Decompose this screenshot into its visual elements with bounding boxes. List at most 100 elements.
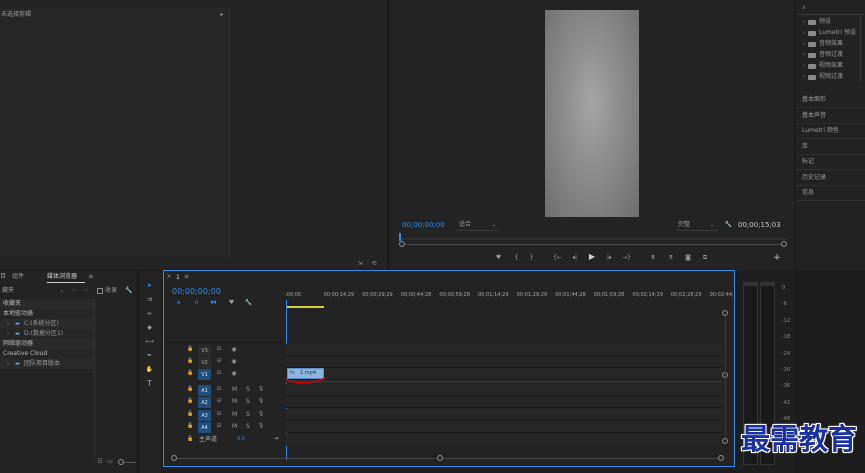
razor-tool-icon[interactable]: ◆: [145, 323, 154, 332]
go-to-in-icon[interactable]: {←: [553, 253, 562, 262]
mute-button[interactable]: M: [232, 412, 237, 418]
track-target-toggle[interactable]: A4: [198, 422, 211, 433]
panel-section-1[interactable]: 基本声音: [802, 112, 826, 119]
sequence-tab[interactable]: 1: [176, 275, 180, 281]
voice-over-mic-icon[interactable]: 🎙: [258, 386, 264, 393]
program-playhead[interactable]: [399, 233, 401, 241]
favorites-dropdown-icon[interactable]: ⌄: [58, 287, 66, 295]
mute-button[interactable]: M: [232, 424, 237, 430]
list-view-icon[interactable]: ☷: [96, 458, 104, 466]
quality-dropdown-icon[interactable]: ⌄: [708, 221, 716, 229]
tab-projects[interactable]: 目: [0, 274, 6, 280]
work-area-bar[interactable]: [287, 306, 324, 308]
mark-in-icon[interactable]: {: [512, 253, 521, 262]
track-row[interactable]: [286, 421, 722, 433]
mark-out-icon[interactable]: }: [527, 253, 536, 262]
ingest-checkbox[interactable]: [97, 288, 103, 294]
track-sync-icon[interactable]: ⊟: [215, 386, 223, 393]
settings-wrench-icon[interactable]: 🔧: [724, 220, 733, 229]
lift-icon[interactable]: ⩩: [648, 253, 658, 262]
camera-icon[interactable]: ◙: [683, 253, 693, 262]
tree-expand-chevron-icon[interactable]: ›: [801, 18, 807, 26]
close-tab-icon[interactable]: ×: [166, 273, 172, 281]
quality-select[interactable]: 完整: [678, 222, 690, 228]
master-lock-icon[interactable]: 🔓: [187, 436, 194, 443]
program-zoom-bar[interactable]: [402, 244, 784, 245]
ripple-edit-tool-icon[interactable]: ⟛: [145, 309, 154, 318]
panel-section-3[interactable]: 库: [802, 143, 808, 150]
linked-selection-icon[interactable]: ⧓: [209, 298, 218, 307]
sequence-menu-icon[interactable]: ≡: [183, 273, 190, 281]
selection-tool-icon[interactable]: ➤: [145, 281, 154, 290]
voice-over-mic-icon[interactable]: 🎙: [258, 398, 264, 405]
track-select-tool-icon[interactable]: ⇉: [145, 295, 154, 304]
track-target-toggle[interactable]: V3: [198, 345, 211, 356]
step-forward-icon[interactable]: |▸: [605, 253, 614, 262]
track-sync-icon[interactable]: ⊟: [215, 358, 223, 365]
comparison-view-icon[interactable]: ⧉: [700, 253, 710, 262]
effects-tree-item[interactable]: 音频过渡: [819, 52, 843, 58]
media-tree-row[interactable]: 本地驱动器: [0, 309, 94, 319]
track-lock-icon[interactable]: 🔓: [187, 346, 194, 353]
nest-toggle-icon[interactable]: ⚹: [174, 298, 183, 307]
vertical-scroll-track[interactable]: [725, 316, 726, 438]
track-lock-icon[interactable]: 🔓: [187, 386, 194, 393]
back-arrow-icon[interactable]: ⇦: [70, 287, 78, 295]
slip-tool-icon[interactable]: ⟷: [145, 337, 154, 346]
tree-expand-chevron-icon[interactable]: ›: [801, 29, 807, 37]
eye-icon[interactable]: ◉: [230, 370, 238, 377]
track-row[interactable]: [286, 409, 722, 421]
track-lock-icon[interactable]: 🔓: [187, 358, 194, 365]
tree-expand-chevron-icon[interactable]: ›: [5, 330, 11, 338]
track-lock-icon[interactable]: 🔓: [187, 423, 194, 430]
hand-tool-icon[interactable]: ✋: [145, 365, 154, 374]
track-lock-icon[interactable]: 🔓: [187, 398, 194, 405]
panel-menu-arrow-icon[interactable]: ▸: [218, 11, 226, 19]
zoom-dropdown-icon[interactable]: ⌄: [490, 221, 498, 229]
add-button-icon[interactable]: +: [772, 253, 782, 263]
tree-expand-chevron-icon[interactable]: ›: [801, 73, 807, 81]
track-lock-icon[interactable]: 🔓: [187, 411, 194, 418]
effects-tree-item[interactable]: Lumetri 预设: [819, 30, 856, 36]
snap-icon[interactable]: ∩: [192, 298, 201, 307]
mute-button[interactable]: M: [232, 399, 237, 405]
solo-button[interactable]: S: [246, 399, 250, 405]
program-zoom-handle-right[interactable]: [781, 241, 787, 247]
tree-expand-chevron-icon[interactable]: ›: [5, 360, 11, 368]
track-sync-icon[interactable]: ⊟: [215, 398, 223, 405]
play-icon[interactable]: ▶: [587, 252, 597, 262]
effects-tree-item[interactable]: 视频效果: [819, 63, 843, 69]
track-sync-icon[interactable]: ⊟: [215, 423, 223, 430]
panel-section-4[interactable]: 标记: [802, 159, 814, 165]
tree-expand-chevron-icon[interactable]: ›: [801, 40, 807, 48]
add-marker-icon[interactable]: ♥: [494, 253, 503, 262]
pen-tool-icon[interactable]: ✒: [145, 351, 154, 360]
panel-section-5[interactable]: 历史记录: [802, 174, 826, 181]
track-target-toggle[interactable]: V2: [198, 357, 211, 368]
tree-expand-chevron-icon[interactable]: ›: [801, 51, 807, 59]
go-to-out-icon[interactable]: →}: [622, 253, 631, 262]
voice-over-mic-icon[interactable]: 🎙: [258, 411, 264, 418]
step-back-icon[interactable]: ◂|: [570, 253, 579, 262]
effects-tree-item[interactable]: 音频效果: [819, 41, 843, 47]
program-zoom-handle-left[interactable]: [399, 241, 405, 247]
panel-menu-icon[interactable]: ≡: [87, 273, 95, 281]
track-row[interactable]: [286, 368, 722, 380]
horizontal-scroll-right[interactable]: [718, 455, 724, 461]
timeline-settings-icon[interactable]: 🔧: [244, 298, 253, 307]
track-row[interactable]: [286, 396, 722, 408]
solo-button[interactable]: S: [246, 412, 250, 418]
track-lock-icon[interactable]: 🔓: [187, 370, 194, 377]
track-row[interactable]: [286, 384, 722, 396]
media-tree-row[interactable]: › ▬ D:(数据分区1): [0, 329, 94, 339]
effects-scrollbar[interactable]: [860, 16, 861, 82]
type-tool-icon[interactable]: T: [145, 379, 154, 388]
track-sync-icon[interactable]: ⊟: [215, 346, 223, 353]
track-target-toggle[interactable]: A1: [198, 385, 211, 396]
media-tree-row[interactable]: › ▬ C:(系统分区): [0, 319, 94, 329]
track-sync-icon[interactable]: ⊟: [215, 411, 223, 418]
eye-icon[interactable]: ◉: [230, 358, 238, 365]
solo-button[interactable]: S: [246, 387, 250, 393]
icon-view-icon[interactable]: ▭: [106, 458, 114, 466]
meter-clip-indicator-right[interactable]: [760, 282, 775, 285]
